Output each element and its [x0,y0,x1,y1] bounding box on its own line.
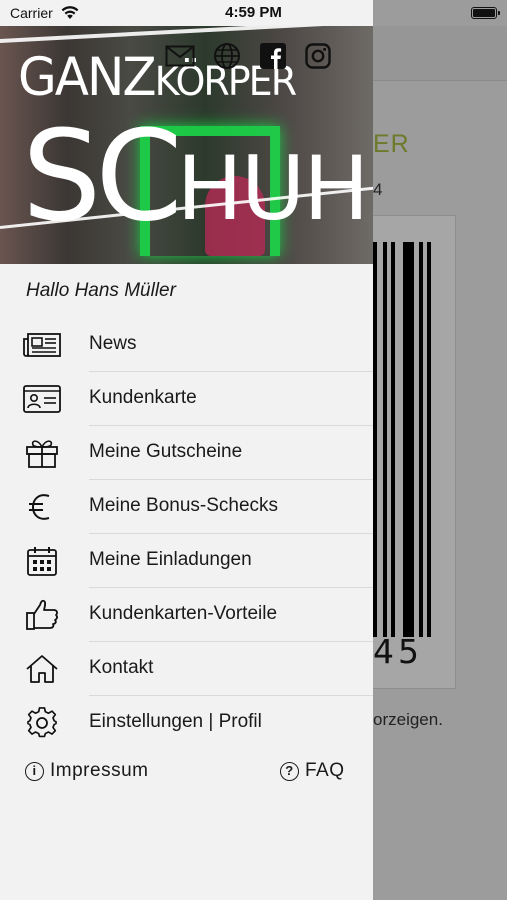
euro-icon [22,493,62,521]
background-nav-bar [373,26,507,81]
background-note: orzeigen. [373,710,443,729]
home-icon [22,655,62,683]
menu-label: News [89,333,137,354]
battery-icon [471,7,500,19]
menu-label: Kontakt [89,657,154,678]
barcode-bar [391,242,395,637]
impressum-label: Impressum [50,760,149,781]
status-bar: Carrier 4:59 PM [0,0,507,26]
menu-item-gutscheine[interactable]: Meine Gutscheine [0,426,373,480]
menu-label: Kundenkarte [89,387,197,408]
menu-item-kundenkarte[interactable]: Kundenkarte [0,372,373,426]
barcode-card [373,215,456,689]
barcode-digits: 45 [373,632,423,671]
status-time: 4:59 PM [225,4,282,21]
user-greeting: Hallo Hans Müller [26,280,176,301]
barcode-bar [403,242,414,637]
id-card-icon [22,385,62,413]
drawer-menu: News Kundenkarte Meine Gutscheine Meine … [0,318,373,750]
menu-item-bonus-schecks[interactable]: Meine Bonus-Schecks [0,480,373,534]
drawer-footer: i Impressum ? FAQ [0,760,373,792]
background-card-number: 4 [373,180,383,199]
facebook-icon[interactable] [258,42,288,70]
brand-logo-top: GANZKÖRPER [18,46,297,108]
instagram-icon[interactable] [303,42,333,70]
menu-label: Meine Einladungen [89,549,252,570]
barcode-bar [427,242,431,637]
question-icon: ? [280,761,299,781]
menu-label: Einstellungen | Profil [89,711,262,732]
menu-label: Meine Gutscheine [89,441,243,462]
barcode-bar [419,242,423,637]
background-screen: ER 4 45 orzeigen. [373,0,507,900]
calendar-icon [22,547,62,576]
gift-icon [22,439,62,468]
side-drawer: GANZKÖRPER SCHUH Hallo Hans Müller News [0,0,373,900]
barcode-bar [373,242,377,637]
info-icon: i [25,761,44,781]
menu-item-einladungen[interactable]: Meine Einladungen [0,534,373,588]
newspaper-icon [22,331,62,359]
gear-icon [22,707,62,738]
brand-logo-bottom: SCHUH [22,104,369,249]
menu-item-vorteile[interactable]: Kundenkarten-Vorteile [0,588,373,642]
drawer-header-image: GANZKÖRPER SCHUH [0,26,373,264]
mail-icon[interactable] [164,42,196,70]
menu-item-einstellungen[interactable]: Einstellungen | Profil [0,696,373,750]
background-title: ER [373,130,410,158]
faq-label: FAQ [305,760,345,781]
thumbs-up-icon [22,599,62,630]
menu-item-news[interactable]: News [0,318,373,372]
impressum-link[interactable]: i Impressum [25,760,148,782]
faq-link[interactable]: ? FAQ [280,760,345,782]
menu-label: Kundenkarten-Vorteile [89,603,278,624]
globe-icon[interactable] [211,42,243,70]
menu-item-kontakt[interactable]: Kontakt [0,642,373,696]
menu-label: Meine Bonus-Schecks [89,495,279,516]
barcode-bar [383,242,387,637]
